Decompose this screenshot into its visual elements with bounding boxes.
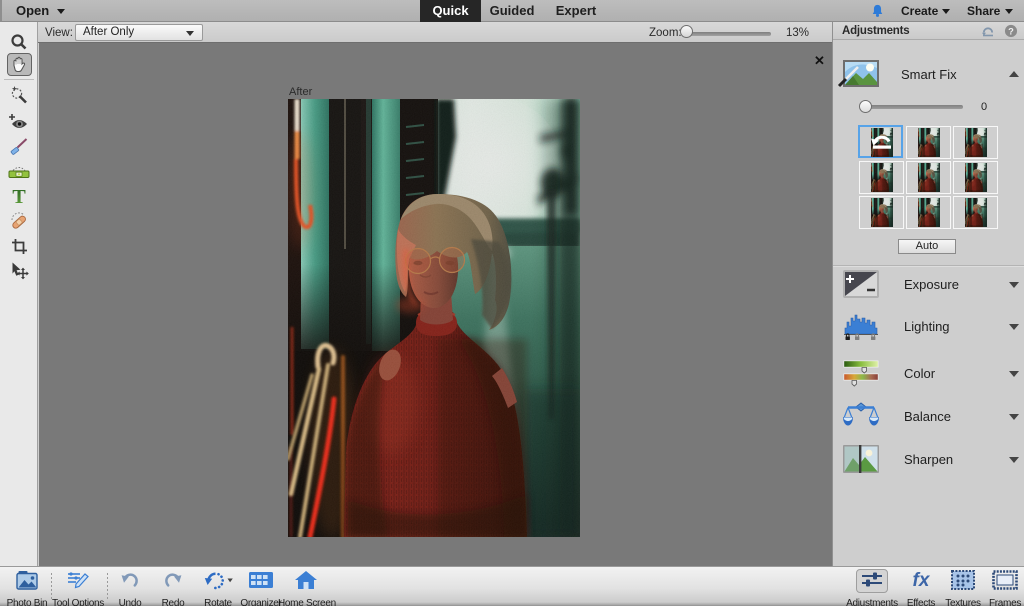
svg-text:?: ? [1008, 26, 1014, 36]
svg-text:fx: fx [913, 570, 931, 590]
svg-text:T: T [12, 186, 26, 206]
